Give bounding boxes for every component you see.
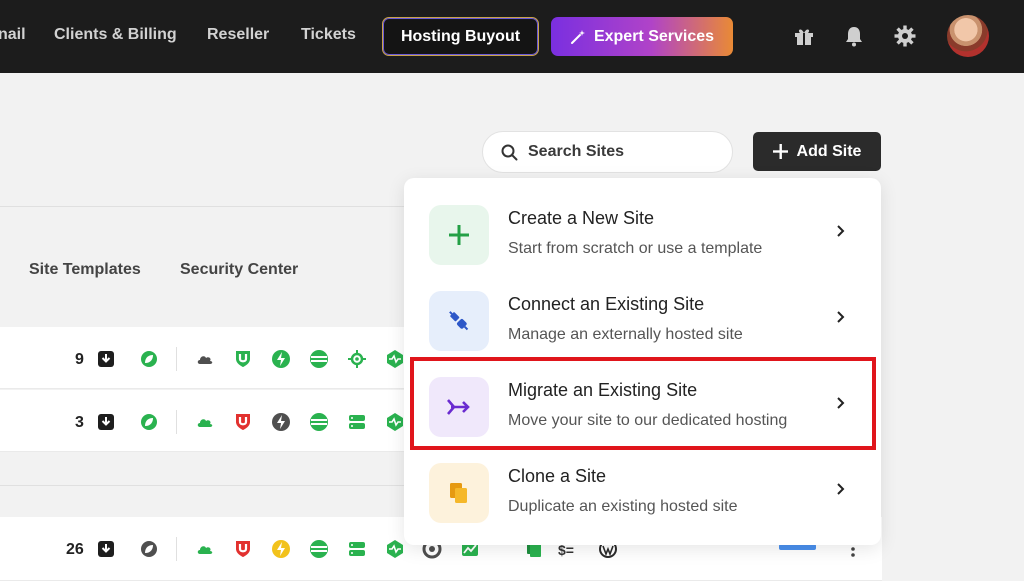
gift-icon[interactable]: [792, 24, 816, 48]
layers-icon[interactable]: [309, 349, 329, 369]
highlight-box: [410, 357, 876, 450]
uptime-monitor-icon[interactable]: [385, 412, 405, 432]
layers-icon[interactable]: [309, 539, 329, 559]
expert-services-button[interactable]: Expert Services: [551, 17, 733, 56]
magnet-shield-icon[interactable]: [233, 349, 253, 369]
uptime-monitor-icon[interactable]: [385, 539, 405, 559]
divider: [0, 206, 404, 207]
nav-link-email[interactable]: nail: [0, 26, 26, 44]
menu-item-create-site[interactable]: Create a New Site Start from scratch or …: [404, 190, 881, 276]
virus-scan-icon[interactable]: [347, 349, 367, 369]
add-site-label: Add Site: [796, 142, 862, 160]
shield-leaf-icon[interactable]: [139, 412, 159, 432]
menu-item-title: Create a New Site: [508, 208, 655, 228]
vertical-separator: [176, 347, 177, 371]
plus-icon: [429, 205, 489, 265]
cloud-icon[interactable]: [195, 412, 215, 432]
template-count: 3: [75, 414, 84, 431]
top-nav: nail Clients & Billing Reseller Tickets …: [0, 0, 1024, 73]
template-count: 9: [75, 351, 84, 368]
hosting-buyout-button[interactable]: Hosting Buyout: [382, 17, 539, 56]
avatar[interactable]: [947, 15, 989, 57]
magic-wand-icon: [570, 29, 585, 44]
menu-item-subtitle: Manage an externally hosted site: [508, 326, 743, 343]
nav-link-reseller[interactable]: Reseller: [207, 26, 269, 44]
divider: [0, 485, 404, 486]
nav-link-clients-billing[interactable]: Clients & Billing: [54, 26, 177, 44]
download-icon[interactable]: [96, 412, 116, 432]
uptime-monitor-icon[interactable]: [385, 349, 405, 369]
magnet-shield-icon[interactable]: [233, 412, 253, 432]
server-icon[interactable]: [347, 539, 367, 559]
magnet-shield-icon[interactable]: [233, 539, 253, 559]
search-icon: [501, 144, 518, 160]
bolt-icon[interactable]: [271, 349, 291, 369]
bell-icon[interactable]: [842, 24, 866, 48]
menu-item-subtitle: Start from scratch or use a template: [508, 240, 763, 257]
menu-item-title: Clone a Site: [508, 466, 607, 486]
server-icon[interactable]: [347, 412, 367, 432]
gear-icon[interactable]: [893, 24, 917, 48]
menu-item-subtitle: Duplicate an existing hosted site: [508, 498, 738, 515]
menu-item-title: Connect an Existing Site: [508, 294, 705, 314]
vertical-separator: [176, 410, 177, 434]
hosting-buyout-label: Hosting Buyout: [400, 27, 521, 45]
expert-services-label: Expert Services: [593, 27, 715, 45]
add-site-button[interactable]: Add Site: [753, 132, 881, 171]
template-count: 26: [66, 541, 84, 558]
plus-icon: [772, 144, 788, 159]
column-header-security-center[interactable]: Security Center: [180, 261, 298, 279]
search-box[interactable]: [482, 131, 733, 173]
menu-item-clone-site[interactable]: Clone a Site Duplicate an existing hoste…: [404, 448, 881, 534]
cloud-icon[interactable]: [195, 539, 215, 559]
chevron-right-icon: [837, 311, 845, 323]
table-row: 9: [0, 327, 404, 389]
table-row: 3: [0, 390, 404, 452]
shield-leaf-icon[interactable]: [139, 539, 159, 559]
chevron-right-icon: [837, 483, 845, 495]
vertical-separator: [176, 537, 177, 561]
bolt-icon[interactable]: [271, 412, 291, 432]
shield-leaf-icon[interactable]: [139, 349, 159, 369]
download-icon[interactable]: [96, 539, 116, 559]
column-header-site-templates[interactable]: Site Templates: [29, 261, 141, 279]
menu-item-connect-site[interactable]: Connect an Existing Site Manage an exter…: [404, 276, 881, 362]
nav-link-tickets[interactable]: Tickets: [301, 26, 356, 44]
copy-icon: [429, 463, 489, 523]
plug-icon: [429, 291, 489, 351]
cloud-icon[interactable]: [195, 349, 215, 369]
download-icon[interactable]: [96, 349, 116, 369]
search-input[interactable]: [528, 143, 708, 161]
bolt-icon[interactable]: [271, 539, 291, 559]
chevron-right-icon: [837, 225, 845, 237]
layers-icon[interactable]: [309, 412, 329, 432]
